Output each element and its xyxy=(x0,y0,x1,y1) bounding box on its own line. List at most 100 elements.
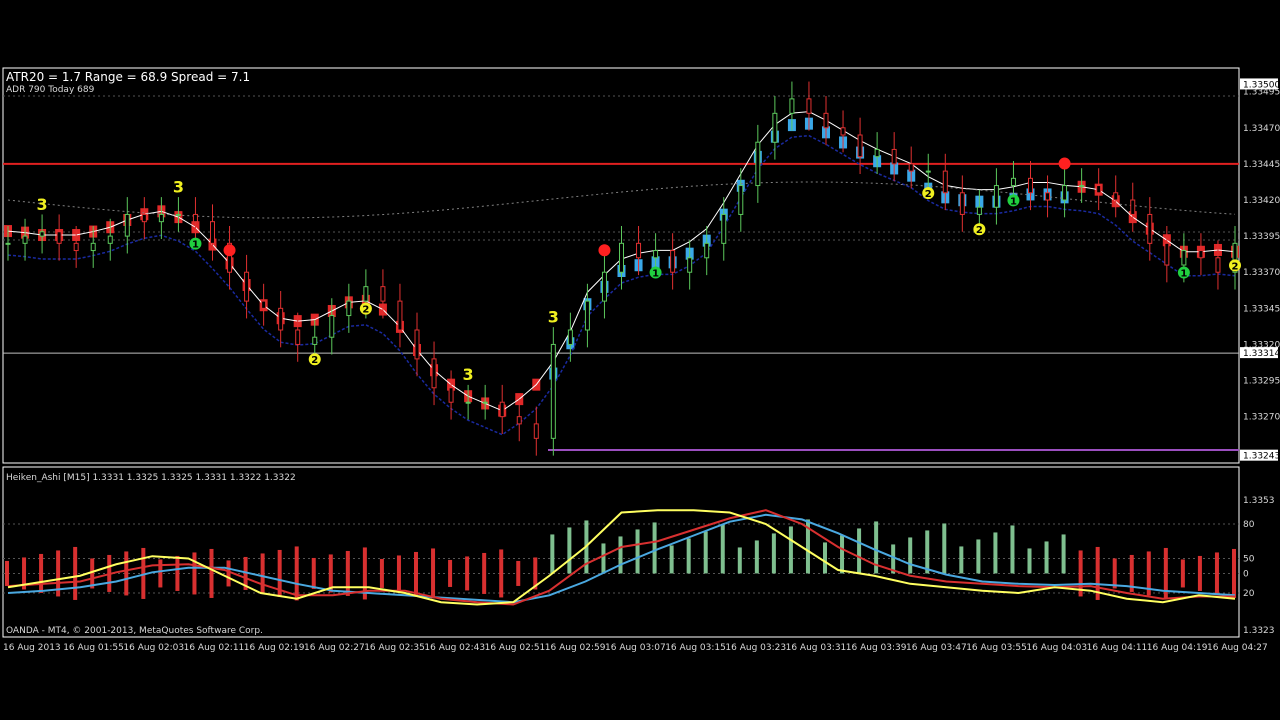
time-axis-label: 16 Aug 03:39 xyxy=(846,643,907,653)
candle-body xyxy=(993,185,999,208)
signal-marker-label: 1 xyxy=(192,240,199,251)
histogram-bar-green xyxy=(771,533,776,574)
candle-body xyxy=(1010,177,1016,187)
candle-body xyxy=(295,329,301,345)
histogram-bar-green xyxy=(1010,525,1015,574)
time-axis-label: 16 Aug 02:03 xyxy=(123,643,184,653)
histogram-bar-red xyxy=(516,560,521,586)
histogram-bar-red xyxy=(448,559,453,587)
candle-body xyxy=(806,98,812,114)
histogram-bar-green xyxy=(754,540,759,574)
candle-body xyxy=(1045,192,1051,201)
candle-body xyxy=(346,300,352,317)
candle-body xyxy=(1062,185,1068,201)
candle-body xyxy=(192,213,198,223)
indicator-axis-label: 20 xyxy=(1243,589,1255,599)
candle-body xyxy=(414,329,420,360)
candle-body xyxy=(1096,185,1102,194)
price-axis-label: 1.33470 xyxy=(1243,124,1280,134)
candle-body xyxy=(1113,192,1119,201)
indicator-title: Heiken_Ashi [M15] 1.3331 1.3325 1.3325 1… xyxy=(6,473,296,483)
candle-body xyxy=(1147,213,1153,244)
histogram-bar-red xyxy=(73,546,78,600)
histogram-bar-green xyxy=(993,532,998,574)
candle-body xyxy=(1181,250,1187,266)
candle-body xyxy=(738,185,744,215)
candle-body xyxy=(653,250,659,259)
candle-body xyxy=(141,213,147,223)
candle-body xyxy=(158,213,164,223)
histogram-bar-green xyxy=(1061,534,1066,574)
candle-body xyxy=(550,343,556,439)
header-line2: ADR 790 Today 689 xyxy=(6,85,95,95)
bottom-price-tag: 1.33243 xyxy=(1243,452,1280,462)
histogram-bar-red xyxy=(465,556,470,591)
candle-body xyxy=(73,242,79,252)
histogram-bar-red xyxy=(431,548,436,599)
histogram-bar-red xyxy=(396,555,401,592)
candle-body xyxy=(124,213,130,237)
time-axis-label: 16 Aug 2013 xyxy=(3,643,61,653)
candle-body xyxy=(1215,257,1221,273)
histogram-bar-red xyxy=(1112,558,1117,589)
histogram-bar-green xyxy=(788,526,793,574)
candle-body xyxy=(823,112,829,129)
candle-body xyxy=(601,271,607,302)
time-axis-label: 16 Aug 04:27 xyxy=(1207,643,1268,653)
candle-body xyxy=(516,416,522,425)
time-axis-label: 16 Aug 03:31 xyxy=(786,643,847,653)
histogram-bar-red xyxy=(414,551,418,595)
time-axis-label: 16 Aug 02:51 xyxy=(485,643,546,653)
histogram-bar-green xyxy=(823,542,827,574)
histogram-bar-red xyxy=(260,553,265,594)
candle-body xyxy=(22,235,28,244)
candle-body xyxy=(380,286,386,302)
candle-body xyxy=(312,336,318,345)
indicator-axis-label: 1.3323 xyxy=(1243,626,1275,636)
histogram-bar-red xyxy=(499,549,504,598)
candle-body xyxy=(670,250,676,273)
histogram-bar-red xyxy=(175,555,180,591)
signal-marker xyxy=(598,244,611,257)
histogram-bar-red xyxy=(379,558,384,588)
histogram-bar-green xyxy=(686,538,691,574)
trading-chart[interactable]: 3 3 1 2 2 3 1 3 2 2 1 1 2 ATR20 = 1.7 Range = 68.9 S… xyxy=(0,0,1280,720)
time-axis-label: 16 Aug 03:23 xyxy=(725,643,786,653)
signal-marker-label: 1 xyxy=(1010,196,1017,207)
histogram-bar-red xyxy=(192,552,197,595)
histogram-bar-green xyxy=(737,547,742,574)
candle-body xyxy=(687,257,693,273)
top-price-tag: 1.33500 xyxy=(1243,80,1280,90)
signal-marker-label: 1 xyxy=(652,269,659,280)
candle-body xyxy=(942,170,948,194)
histogram-bar-green xyxy=(635,529,640,574)
histogram-bar-green xyxy=(1044,541,1049,574)
signal-marker xyxy=(223,244,236,257)
signal-marker-label: 2 xyxy=(976,225,983,236)
histogram-bar-red xyxy=(1214,552,1219,595)
wave-label: 3 xyxy=(548,307,559,326)
histogram-bar-green xyxy=(652,522,657,574)
header-line1: ATR20 = 1.7 Range = 68.9 Spread = 7.1 xyxy=(6,70,250,84)
histogram-bar-green xyxy=(840,535,845,574)
histogram-bar-red xyxy=(39,553,44,593)
support-price-tag: 1.33314 xyxy=(1243,349,1280,359)
histogram-bar-green xyxy=(908,537,913,574)
candle-body xyxy=(244,271,250,302)
candle-body xyxy=(636,242,642,259)
histogram-bar-green xyxy=(959,546,964,574)
histogram-bar-red xyxy=(311,557,316,589)
price-axis-label: 1.33345 xyxy=(1243,304,1280,314)
histogram-bar-green xyxy=(942,523,947,574)
candle-body xyxy=(772,112,778,143)
price-axis-label: 1.33420 xyxy=(1243,196,1280,206)
signal-marker-label: 2 xyxy=(925,189,932,200)
histogram-bar-green xyxy=(567,527,572,574)
candle-body xyxy=(908,163,914,172)
candle-body xyxy=(39,231,45,237)
wave-label: 3 xyxy=(173,177,184,196)
candle-body xyxy=(1198,250,1204,259)
candle-body xyxy=(874,148,880,158)
candle-body xyxy=(976,206,982,215)
candle-body xyxy=(56,231,62,244)
